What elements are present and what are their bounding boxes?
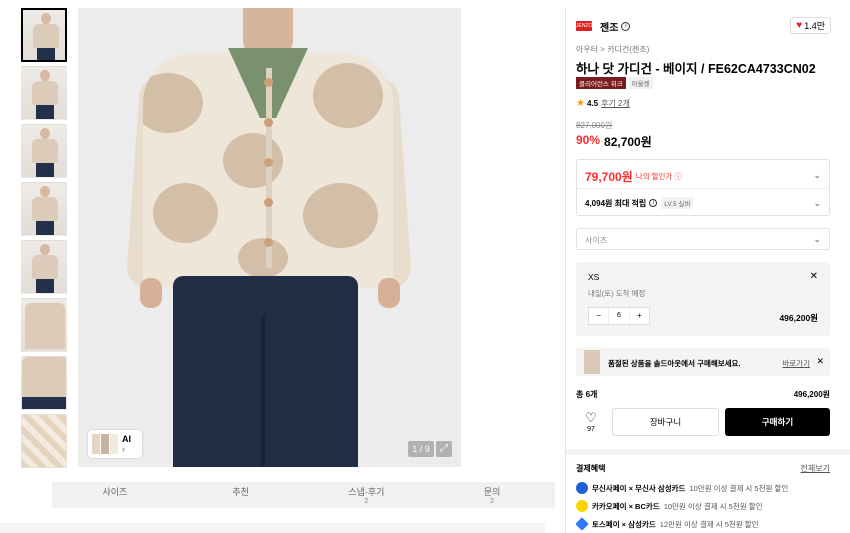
thumbnail-4[interactable] [21, 182, 67, 236]
points-text: 4,094원 최대 적립 [585, 198, 647, 208]
add-to-cart-button[interactable]: 장바구니 [612, 408, 719, 436]
thumbnail-5[interactable] [21, 240, 67, 294]
product-info-panel: JENZO 젠조 i ♥ 1.4만 아우터 > 카디건(젠조) 하나 닷 가디건… [565, 8, 850, 533]
buy-now-button[interactable]: 구매하기 [725, 408, 830, 436]
thumbnail-3[interactable] [21, 124, 67, 178]
my-price-row[interactable]: 79,700원 나의 할인가 ⓘ [585, 168, 682, 184]
main-product-image[interactable]: AI › 1 / 9 ⤢ [78, 8, 461, 467]
brand-like-button[interactable]: ♥ 1.4만 [790, 17, 831, 34]
close-icon[interactable]: ✕ [816, 356, 824, 367]
close-icon[interactable]: ✕ [810, 271, 818, 282]
brand-row: JENZO 젠조 i ♥ 1.4만 [576, 16, 831, 36]
size-select-placeholder: 사이즈 [585, 236, 608, 245]
chevron-down-icon[interactable]: ⌄ [813, 198, 821, 209]
section-divider [566, 449, 850, 455]
tab-size[interactable]: 사이즈 [52, 482, 178, 508]
points-row[interactable]: 4,094원 최대 적립 i LV.5 실버 [585, 196, 694, 210]
delivery-eta: 내일(토) 도착 예정 [588, 289, 646, 298]
soldout-link[interactable]: 바로가기 [782, 358, 810, 369]
expand-icon[interactable]: ⤢ [436, 441, 452, 457]
wishlist-button[interactable]: ♡ 97 [576, 409, 606, 434]
brand-name[interactable]: 젠조 [600, 19, 618, 34]
benefits-header: 결제혜택 전체보기 [576, 463, 830, 474]
toss-pay-icon [575, 517, 589, 531]
tab-snap-reviews[interactable]: 스냅·후기 2 [304, 482, 430, 508]
cta-row: ♡ 97 장바구니 구매하기 [576, 408, 830, 436]
soldout-text: 품절된 상품을 솔드아웃에서 구매해보세요. [608, 359, 741, 368]
total-label: 총 6개 [576, 390, 598, 399]
thumbnail-list [21, 8, 67, 472]
chevron-down-icon: ⌄ [813, 234, 821, 244]
rating-score: 4.5 [586, 99, 599, 108]
quantity-stepper: − 6 + [588, 307, 650, 325]
sale-price: 82,700원 [604, 135, 652, 149]
total-row: 총 6개 496,200원 [576, 389, 830, 400]
thumbnail-6[interactable] [21, 298, 67, 352]
quantity-value[interactable]: 6 [608, 308, 630, 324]
rating-row: ★ 4.5 후기 2개 [576, 98, 630, 109]
info-icon[interactable]: i [649, 199, 658, 207]
musinsa-pay-icon [576, 482, 588, 494]
benefit-item: 카카오페이 × BC카드 10만원 이상 결제 시 5천원 할인 [576, 500, 763, 512]
ai-styling-badge[interactable]: AI › [88, 430, 142, 458]
ai-label: AI [122, 434, 131, 444]
outlet-badge: 아울렛 [628, 77, 653, 89]
my-price-box: 79,700원 나의 할인가 ⓘ ⌄ 4,094원 최대 적립 i LV.5 실… [576, 159, 830, 216]
discount-rate: 90% [576, 133, 601, 147]
benefits-see-all[interactable]: 전체보기 [801, 463, 830, 474]
original-price: 827,000원 [576, 121, 613, 130]
soldout-banner: 품절된 상품을 솔드아웃에서 구매해보세요. 바로가기 ✕ [576, 348, 830, 376]
review-link[interactable]: 후기 2개 [601, 98, 630, 109]
total-amount: 496,200원 [793, 390, 830, 399]
my-price-label: 나의 할인가 ⓘ [635, 171, 682, 181]
price-row: 90% 82,700원 [576, 133, 652, 150]
selected-option: XS 내일(토) 도착 예정 ✕ − 6 + 496,200원 [576, 262, 830, 336]
thumbnail-1[interactable] [21, 8, 67, 62]
member-level-badge: LV.5 실버 [661, 197, 694, 209]
benefits-title: 결제혜택 [576, 464, 606, 473]
wishlist-count: 97 [587, 425, 595, 433]
heart-outline-icon: ♡ [585, 409, 597, 425]
badge-row: 클리어런스 위크 아울렛 [576, 77, 653, 89]
brand-logo[interactable]: JENZO [576, 21, 592, 31]
section-divider [0, 523, 545, 533]
tab-inquiry[interactable]: 문의 2 [429, 482, 555, 508]
tab-recommend[interactable]: 추천 [178, 482, 304, 508]
chevron-down-icon[interactable]: ⌄ [813, 170, 821, 181]
chevron-right-icon: › [122, 444, 125, 454]
minus-button[interactable]: − [589, 308, 608, 324]
product-title: 하나 닷 가디건 - 베이지 / FE62CA4733CN02 [576, 62, 816, 76]
detail-tabs: 사이즈 추천 스냅·후기 2 문의 2 [52, 482, 555, 508]
option-size: XS [588, 272, 600, 282]
size-select[interactable]: 사이즈 ⌄ [576, 228, 830, 250]
clearance-badge: 클리어런스 위크 [576, 77, 626, 89]
soldout-thumbnail [584, 350, 600, 374]
my-price: 79,700원 [585, 169, 633, 184]
option-subtotal: 496,200원 [779, 313, 818, 323]
info-icon[interactable]: i [621, 21, 631, 31]
benefit-item: 무신사페이 × 무신사 삼성카드 10만원 이상 결제 시 5천원 할인 [576, 482, 788, 494]
thumbnail-7[interactable] [21, 356, 67, 410]
plus-button[interactable]: + [630, 308, 649, 324]
brand-like-count: 1.4만 [804, 21, 825, 31]
benefit-item: 토스페이 × 삼성카드 12만원 이상 결제 시 5천원 할인 [575, 517, 759, 531]
thumbnail-8[interactable] [21, 414, 67, 468]
heart-icon: ♥ [796, 20, 803, 31]
breadcrumb[interactable]: 아우터 > 카디건(젠조) [576, 44, 649, 55]
image-counter: 1 / 9 [408, 441, 434, 457]
thumbnail-2[interactable] [21, 66, 67, 120]
kakao-pay-icon [576, 500, 588, 512]
star-icon: ★ [576, 98, 585, 109]
